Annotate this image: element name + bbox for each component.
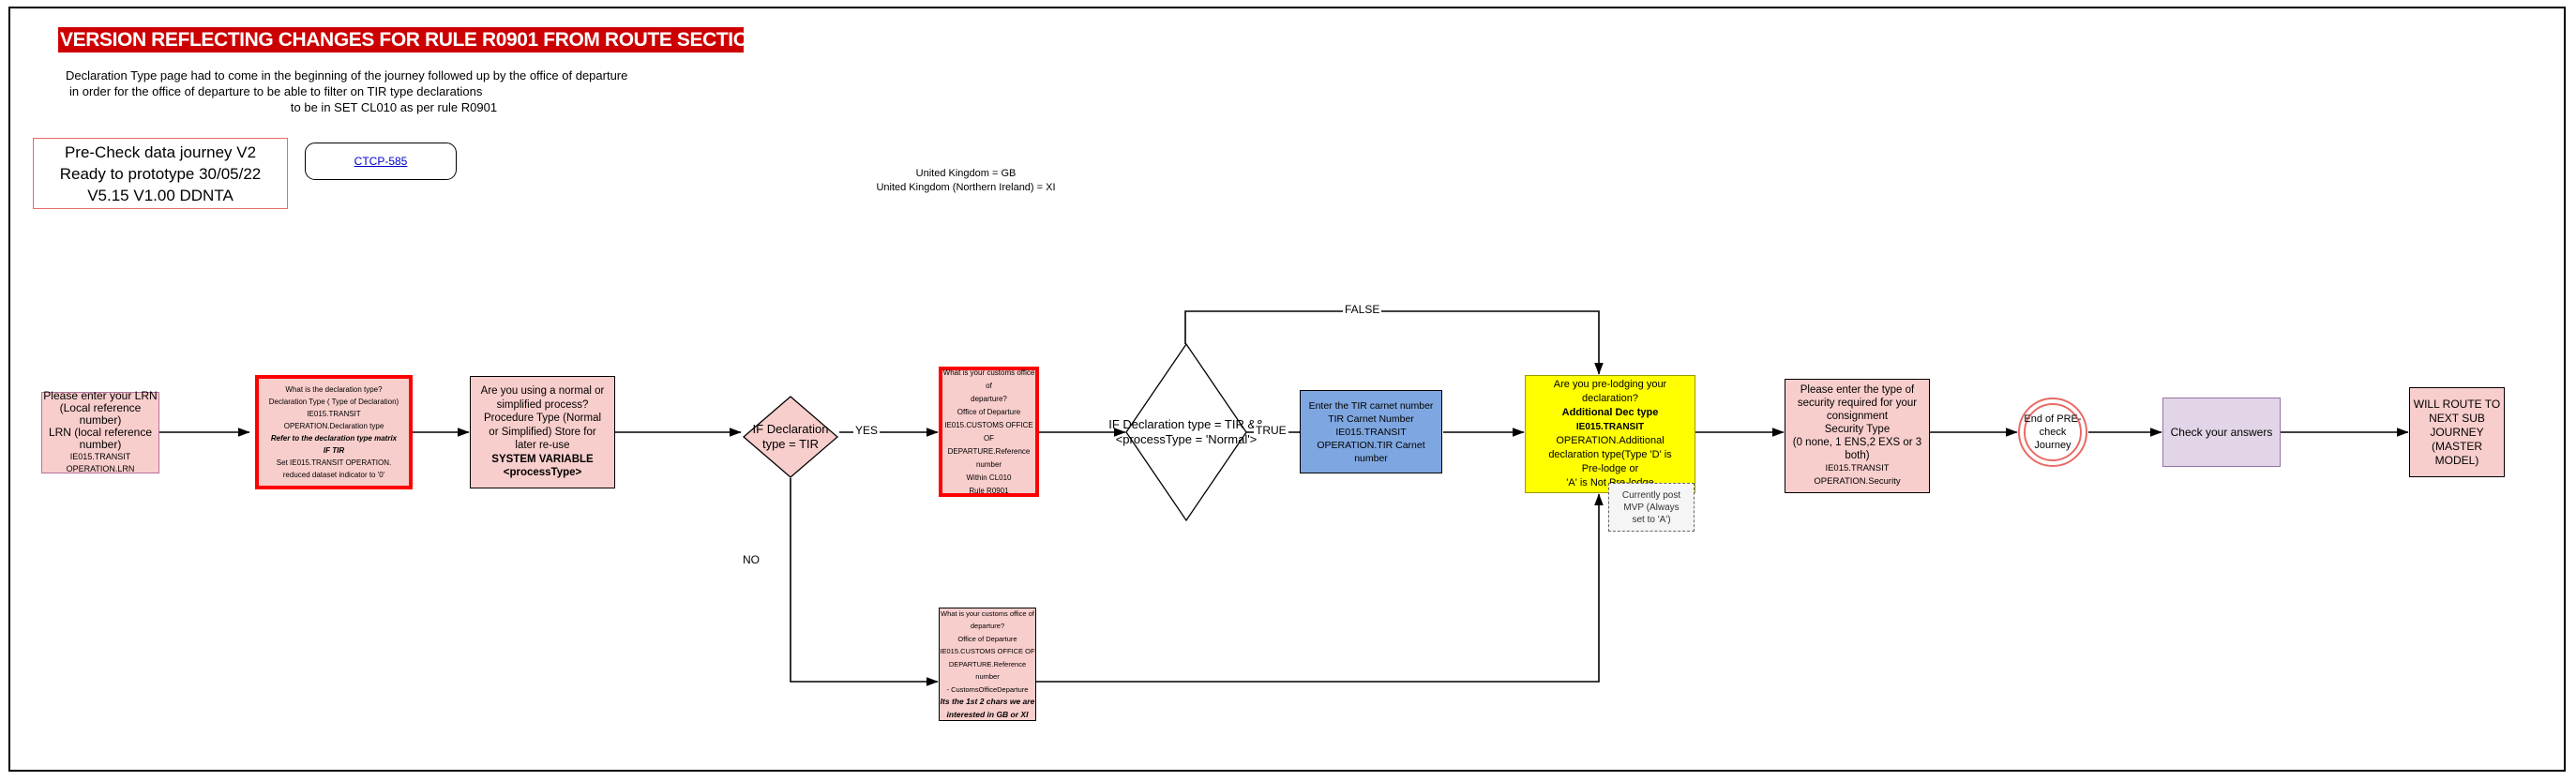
edge-label-no: NO	[741, 553, 761, 566]
next-subjourney-line-2: NEXT SUB	[2429, 411, 2485, 425]
version-line-1: Pre-Check data journey V2	[64, 143, 257, 161]
office-tir-line-4: IE015.CUSTOMS OFFICE OF	[944, 420, 1033, 443]
office-no-line-7: Its the 1st 2 chars we are	[940, 697, 1035, 707]
title-banner: VERSION REFLECTING CHANGES FOR RULE R090…	[58, 27, 762, 53]
lrn-line-6: OPERATION.LRN	[66, 464, 135, 473]
office-no-line-5: DEPARTURE.Reference number	[948, 659, 1027, 682]
pre-lodging-line-6: declaration type(Type 'D' is	[1548, 449, 1672, 460]
next-subjourney-line-3: JOURNEY	[2430, 425, 2484, 439]
node-check-your-answers[interactable]: Check your answers	[2162, 398, 2281, 467]
edge-label-yes: YES	[853, 424, 881, 437]
node-office-of-departure-tir[interactable]: What is your customs office of departure…	[939, 367, 1039, 497]
tir-carnet-line-3: IE015.TRANSIT	[1335, 426, 1407, 438]
office-no-line-8: interested in GB or XI	[946, 709, 1029, 719]
lrn-line-4: number)	[79, 438, 122, 451]
declaration-type-line-5: Refer to the declaration type matrix	[270, 434, 398, 443]
tir-carnet-line-1: Enter the TIR carnet number	[1308, 399, 1434, 412]
process-type-line-7: <processType>	[503, 467, 582, 479]
ctcp-link-label[interactable]: CTCP-585	[354, 155, 408, 168]
node-next-sub-journey[interactable]: WILL ROUTE TO NEXT SUB JOURNEY (MASTER M…	[2409, 387, 2505, 477]
ctcp-link-button[interactable]: CTCP-585	[305, 143, 457, 180]
node-office-of-departure-non-tir[interactable]: What is your customs office of departure…	[939, 608, 1036, 721]
note-currently-post-mvp: Currently post MVP (Always set to 'A')	[1608, 483, 1695, 532]
tir-carnet-line-4: OPERATION.TIR Carnet	[1317, 439, 1425, 451]
process-type-line-6: SYSTEM VARIABLE	[491, 453, 594, 465]
next-subjourney-line-4: (MASTER	[2432, 439, 2482, 453]
tir-carnet-line-2: TIR Carnet Number	[1328, 413, 1414, 425]
declaration-type-line-1: What is the declaration type?	[285, 385, 383, 394]
end-precheck-line-2: check	[2039, 427, 2067, 438]
security-line-3: consignment	[1826, 411, 1889, 422]
country-legend-line-2: United Kingdom (Northern Ireland) = XI	[876, 182, 1056, 193]
version-line-3: V5.15 V1.00 DDNTA	[87, 186, 233, 204]
edge-label-true: TRUE	[1254, 424, 1288, 437]
office-no-line-6: - CustomsOfficeDeparture	[946, 684, 1029, 694]
description-text: Declaration Type page had to come in the…	[66, 68, 722, 115]
pre-lodging-line-1: Are you pre-lodging your	[1553, 379, 1667, 390]
process-type-line-3: Procedure Type (Normal	[483, 413, 602, 425]
security-line-1: Please enter the type of	[1800, 384, 1915, 396]
end-precheck-line-3: Journey	[2034, 440, 2071, 451]
office-no-line-4: IE015.CUSTOMS OFFICE OF	[940, 647, 1035, 656]
node-tir-carnet-number[interactable]: Enter the TIR carnet number TIR Carnet N…	[1300, 390, 1442, 473]
process-type-line-2: simplified process?	[496, 398, 589, 411]
lrn-line-2: (Local reference number)	[59, 401, 142, 427]
country-code-legend: United Kingdom = GB United Kingdom (Nort…	[825, 167, 1107, 195]
security-line-2: security required for your	[1797, 398, 1918, 409]
tir-carnet-line-5: number	[1354, 452, 1388, 464]
node-pre-lodging[interactable]: Are you pre-lodging your declaration? Ad…	[1525, 375, 1695, 493]
declaration-type-line-8: reduced dataset indicator to '0'	[282, 471, 385, 479]
pre-lodging-line-5: OPERATION.Additional	[1556, 435, 1665, 446]
office-tir-line-2: departure?	[971, 394, 1007, 403]
mvp-note-line-2: MVP (Always	[1623, 502, 1680, 513]
office-no-line-1: What is your customs office of	[941, 608, 1034, 618]
node-decision-declaration-is-tir[interactable]: IF Declaration type = TIR	[743, 396, 838, 478]
office-tir-line-6: Within CL010	[966, 473, 1012, 482]
process-type-line-1: Are you using a normal or	[480, 385, 605, 398]
check-answers-label: Check your answers	[2170, 425, 2273, 439]
declaration-type-line-7: Set IE015.TRANSIT OPERATION.	[276, 458, 392, 467]
office-tir-line-3: Office of Departure	[957, 407, 1021, 416]
node-process-type[interactable]: Are you using a normal or simplified pro…	[470, 376, 615, 488]
office-tir-line-5: DEPARTURE.Reference number	[947, 446, 1031, 469]
description-line-2: in order for the office of departure to …	[69, 84, 483, 98]
office-no-line-2: departure?	[970, 622, 1005, 631]
next-subjourney-line-1: WILL ROUTE TO	[2413, 397, 2501, 411]
process-type-line-4: or Simplified) Store for	[489, 426, 596, 438]
declaration-type-line-4: OPERATION.Declaration type	[283, 422, 384, 430]
country-legend-line-1: United Kingdom = GB	[915, 168, 1017, 179]
version-info-box: Pre-Check data journey V2 Ready to proto…	[33, 138, 288, 209]
pre-lodging-line-3: Additional Dec type	[1561, 407, 1659, 418]
diagram-canvas: VERSION REFLECTING CHANGES FOR RULE R090…	[0, 0, 2576, 781]
security-line-4: Security Type	[1824, 424, 1891, 435]
pre-lodging-line-2: declaration?	[1582, 393, 1638, 404]
node-declaration-type[interactable]: What is the declaration type? Declaratio…	[255, 375, 413, 489]
security-line-5: (0 none, 1 ENS,2 EXS or 3	[1792, 437, 1922, 448]
node-security-type[interactable]: Please enter the type of security requir…	[1785, 379, 1930, 493]
mvp-note-line-1: Currently post	[1621, 489, 1681, 501]
declaration-type-line-6: IF TIR	[323, 446, 345, 455]
edge-label-false: FALSE	[1343, 303, 1382, 316]
node-end-of-precheck-journey[interactable]: End of PRE- check Journey	[2018, 398, 2087, 467]
pre-lodging-line-7: Pre-lodge or	[1581, 463, 1639, 474]
lrn-line-5: IE015.TRANSIT	[69, 452, 131, 461]
node-decision-tir-and-normal[interactable]: IF Declaration type = TIR && <processTyp…	[1108, 343, 1264, 521]
declaration-type-line-3: IE015.TRANSIT	[307, 410, 361, 418]
description-line-1: Declaration Type page had to come in the…	[66, 68, 628, 83]
next-subjourney-line-5: MODEL)	[2434, 453, 2479, 467]
pre-lodging-line-4: IE015.TRANSIT	[1575, 422, 1645, 432]
security-line-7: IE015.TRANSIT	[1825, 463, 1890, 473]
version-line-2: Ready to prototype 30/05/22	[59, 164, 262, 183]
office-no-line-3: Office of Departure	[957, 634, 1017, 643]
end-precheck-line-1: End of PRE-	[2024, 413, 2082, 425]
security-line-8: OPERATION.Security	[1814, 476, 1901, 487]
description-line-3: to be in SET CL010 as per rule R0901	[290, 100, 498, 114]
security-line-6: both)	[1845, 450, 1870, 461]
office-tir-line-7: Rule R0901	[969, 486, 1009, 495]
mvp-note-line-3: set to 'A')	[1632, 514, 1671, 525]
declaration-type-line-2: Declaration Type ( Type of Declaration)	[268, 398, 399, 406]
node-lrn[interactable]: Please enter your LRN (Local reference n…	[41, 390, 159, 473]
process-type-line-5: later re-use	[515, 440, 570, 452]
office-tir-line-1: What is your customs office of	[942, 368, 1035, 390]
